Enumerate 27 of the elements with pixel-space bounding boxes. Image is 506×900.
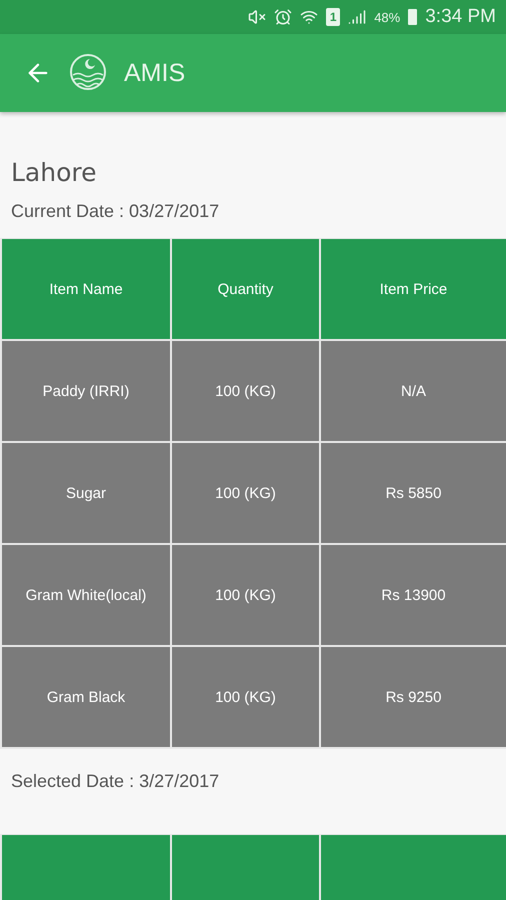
selected-date: Selected Date : 3/27/2017 (10, 770, 220, 792)
signal-icon (348, 8, 366, 26)
table-cell: N/A (321, 341, 506, 441)
city-title: Lahore (10, 157, 98, 187)
column-header: Item Price (321, 239, 506, 339)
battery-percentage: 48% (374, 10, 400, 24)
column-header: Quantity (172, 239, 319, 339)
current-date: Current Date : 03/27/2017 (10, 200, 220, 222)
table-cell: Paddy (IRRI) (2, 341, 170, 441)
app-title: AMIS (124, 58, 186, 88)
battery-icon (408, 9, 418, 25)
mute-icon (248, 8, 266, 26)
column-header: Item Name (2, 239, 170, 339)
sim-icon: 1 (326, 8, 340, 26)
table-cell: 100 (KG) (172, 647, 319, 747)
table-cell: Rs 5850 (321, 443, 506, 543)
table-cell: Rs 9250 (321, 647, 506, 747)
table-cell: Rs 13900 (321, 545, 506, 645)
clock: 3:34 PM (425, 6, 496, 28)
alarm-icon (274, 8, 292, 26)
table-cell: Gram White(local) (2, 545, 170, 645)
table-cell: 100 (KG) (172, 545, 319, 645)
wifi-icon (300, 8, 318, 26)
table-cell: 100 (KG) (172, 443, 319, 543)
table-cell: 100 (KG) (172, 341, 319, 441)
table-cell: Gram Black (2, 647, 170, 747)
table-cell: Sugar (2, 443, 170, 543)
